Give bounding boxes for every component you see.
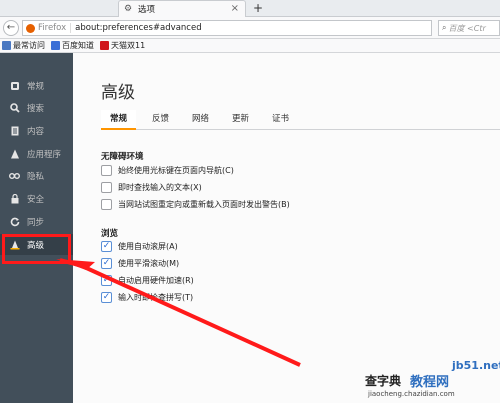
option-label: 使用自动滚屏(A) — [118, 242, 178, 251]
sidebar-item-content[interactable]: 内容 — [0, 120, 73, 141]
tab-update[interactable]: 更新 — [232, 110, 249, 130]
sidebar-item-label: 应用程序 — [27, 149, 62, 160]
url-text[interactable]: about:preferences#advanced — [75, 23, 201, 33]
checkbox-checked[interactable] — [101, 275, 112, 286]
sync-icon — [9, 216, 20, 227]
watermark-brand-prefix: 查字典 — [365, 374, 402, 388]
bookmark-label: 天猫双11 — [111, 41, 146, 50]
option-find-as-you-type[interactable]: 即时查找输入的文本(X) — [101, 182, 202, 193]
tab-options[interactable]: ⚙ 选项 × — [118, 0, 246, 17]
option-label: 输入时即检查拼写(T) — [118, 293, 194, 302]
option-smooth-scroll[interactable]: 使用平滑滚动(M) — [101, 258, 179, 269]
option-label: 始终使用光标键在页面内导航(C) — [118, 166, 234, 175]
accessibility-group-title: 无障碍环境 — [101, 152, 144, 162]
option-label: 自动启用硬件加速(R) — [118, 276, 194, 285]
lock-icon — [9, 193, 20, 204]
applications-icon — [9, 148, 20, 159]
sidebar-item-general[interactable]: 常规 — [0, 75, 73, 96]
option-redirect-warning[interactable]: 当网站试图重定向或重新载入页面时发出警告(B) — [101, 199, 290, 210]
tmall-icon — [100, 41, 109, 50]
firefox-icon — [26, 23, 35, 33]
checkbox[interactable] — [101, 182, 112, 193]
gear-icon: ⚙ — [124, 3, 133, 14]
option-label: 当网站试图重定向或重新载入页面时发出警告(B) — [118, 200, 290, 209]
new-tab-button[interactable]: + — [251, 0, 265, 17]
sidebar-item-privacy[interactable]: 隐私 — [0, 165, 73, 186]
option-autoscroll[interactable]: 使用自动滚屏(A) — [101, 241, 178, 252]
sidebar-item-search[interactable]: 搜索 — [0, 97, 73, 118]
identity-label: Firefox — [38, 23, 72, 33]
bookmark-label: 最常访问 — [13, 41, 45, 50]
option-label: 使用平滑滚动(M) — [118, 259, 180, 268]
watermark-url: jiaocheng.chazidian.com — [368, 390, 455, 398]
watermark-brand: 教程网 — [410, 375, 450, 390]
sidebar-item-security[interactable]: 安全 — [0, 188, 73, 209]
advanced-subtabs: 常规 反馈 网络 更新 证书 — [101, 110, 500, 130]
annotation-highlight-box — [2, 234, 71, 264]
search-placeholder[interactable]: 百度 <Ctr — [448, 23, 485, 34]
sidebar-item-sync[interactable]: 同步 — [0, 211, 73, 232]
search-bar[interactable]: ⌕ 百度 <Ctr — [438, 20, 500, 36]
baidu-icon — [51, 41, 60, 50]
page-title: 高级 — [101, 83, 135, 103]
sidebar-item-applications[interactable]: 应用程序 — [0, 143, 73, 164]
checkbox[interactable] — [101, 165, 112, 176]
option-hardware-acceleration[interactable]: 自动启用硬件加速(R) — [101, 275, 194, 286]
search-icon — [9, 102, 20, 113]
sidebar-item-label: 常规 — [27, 81, 45, 92]
bookmark-most-visited[interactable]: 最常访问 — [2, 40, 45, 51]
browsing-group-title: 浏览 — [101, 229, 119, 239]
option-spellcheck[interactable]: 输入时即检查拼写(T) — [101, 292, 193, 303]
checkbox-checked[interactable] — [101, 241, 112, 252]
sidebar-item-label: 内容 — [27, 126, 45, 137]
preferences-pane: 高级 常规 反馈 网络 更新 证书 无障碍环境 始终使用光标键在页面内导航(C)… — [73, 53, 500, 403]
bookmarks-toolbar: 最常访问 百度知道 天猫双11 — [0, 39, 500, 53]
privacy-mask-icon — [9, 170, 20, 181]
tab-certificates[interactable]: 证书 — [272, 110, 289, 130]
sidebar-item-label: 安全 — [27, 194, 45, 205]
option-label: 即时查找输入的文本(X) — [118, 183, 202, 192]
sidebar-item-label: 隐私 — [27, 171, 45, 182]
back-button[interactable]: ← — [3, 20, 19, 36]
checkbox-checked[interactable] — [101, 292, 112, 303]
tab-general[interactable]: 常规 — [101, 110, 137, 130]
tab-title: 选项 — [138, 5, 156, 15]
general-icon — [9, 80, 20, 91]
checkbox[interactable] — [101, 199, 112, 210]
content-icon — [9, 125, 20, 136]
bookmark-baidu-zhidao[interactable]: 百度知道 — [51, 40, 94, 51]
bookmark-tmall[interactable]: 天猫双11 — [100, 40, 145, 51]
tab-strip: ⚙ 选项 × + — [0, 0, 500, 17]
bookmark-label: 百度知道 — [62, 41, 94, 50]
category-sidebar: 常规 搜索 内容 应用程序 隐私 安全 同步 高级 — [0, 53, 73, 403]
search-icon: ⌕ — [442, 23, 447, 32]
watermark-site: jb51.net — [452, 359, 500, 372]
close-tab-icon[interactable]: × — [231, 3, 239, 14]
bookmark-folder-icon — [2, 41, 11, 50]
sidebar-item-label: 同步 — [27, 217, 45, 228]
option-caret-browsing[interactable]: 始终使用光标键在页面内导航(C) — [101, 165, 234, 176]
checkbox-checked[interactable] — [101, 258, 112, 269]
sidebar-item-label: 搜索 — [27, 103, 45, 114]
url-bar[interactable]: Firefox about:preferences#advanced — [22, 20, 432, 36]
nav-bar: ← Firefox about:preferences#advanced ⌕ 百… — [0, 17, 500, 39]
tab-feedback[interactable]: 反馈 — [152, 110, 169, 130]
tab-network[interactable]: 网络 — [192, 110, 209, 130]
